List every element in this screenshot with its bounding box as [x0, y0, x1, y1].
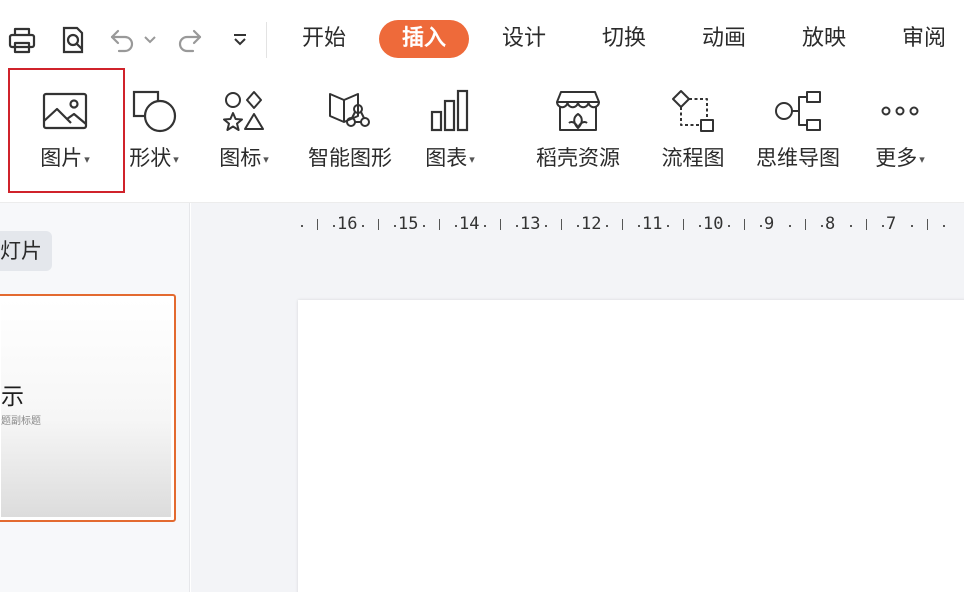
docer-resources-button[interactable]: 稻壳资源	[526, 78, 630, 202]
ruler-dot	[422, 225, 425, 227]
smart-art-label: 智能图形	[308, 146, 392, 170]
ruler-number: 10	[703, 214, 724, 234]
ruler-tick	[560, 219, 562, 230]
ruler-dot	[727, 225, 730, 227]
tab-review[interactable]: 审阅	[896, 20, 952, 58]
tab-insert[interactable]: 插入	[379, 20, 469, 58]
chart-dropdown-icon: ▾	[469, 152, 475, 166]
ruler-tick	[621, 219, 623, 230]
ruler-dot	[637, 225, 640, 227]
picture-highlight-box	[8, 68, 125, 193]
slide-panel: 灯片 示 题副标题	[0, 203, 190, 592]
print-preview-icon[interactable]	[55, 22, 91, 58]
ruler-dot	[820, 225, 823, 227]
mindmap-button[interactable]: 思维导图	[746, 78, 850, 202]
smart-art-button[interactable]: 智能图形	[298, 78, 402, 202]
shape-dropdown-icon: ▾	[173, 152, 179, 166]
ruler-tick	[926, 219, 928, 230]
ruler-number: 16	[337, 214, 358, 234]
ruler-dot	[361, 225, 364, 227]
icon-dropdown-icon: ▾	[263, 152, 269, 166]
toolbar-separator	[266, 22, 267, 58]
ruler-dot	[759, 225, 762, 227]
insert-chart-label: 图表 ▾	[425, 146, 475, 170]
thumbnail-subtitle: 题副标题	[1, 416, 41, 427]
ruler-tick	[377, 219, 379, 230]
ruler-tick	[682, 219, 684, 230]
ruler-dot	[881, 225, 884, 227]
insert-icon-label: 图标 ▾	[219, 146, 269, 170]
tab-design[interactable]: 设计	[496, 20, 552, 58]
slides-tab[interactable]: 灯片	[0, 231, 52, 271]
undo-icon[interactable]	[104, 22, 140, 58]
flowchart-button[interactable]: 流程图	[650, 78, 736, 202]
ruler-number: 7	[886, 214, 897, 234]
ruler-dot	[849, 225, 852, 227]
customize-dropdown-icon[interactable]	[226, 26, 254, 54]
ruler-dot	[666, 225, 669, 227]
more-dropdown-icon: ▾	[919, 152, 925, 166]
more-button[interactable]: 更多 ▾	[862, 78, 938, 202]
ruler-tick	[438, 219, 440, 230]
ruler-tick	[804, 219, 806, 230]
ruler-tick	[316, 219, 318, 230]
ruler-number: 9	[764, 214, 775, 234]
ruler-dot	[300, 225, 303, 227]
ruler-dot	[605, 225, 608, 227]
redo-icon[interactable]	[172, 22, 208, 58]
menu-bar: 开始 插入 设计 切换 动画 放映 审阅	[0, 0, 964, 78]
slide-thumbnail[interactable]: 示 题副标题	[0, 294, 176, 522]
insert-shape-button[interactable]: 形状 ▾	[118, 78, 190, 202]
flowchart-label: 流程图	[661, 146, 725, 170]
ruler-tick	[743, 219, 745, 230]
flowchart-icon	[650, 86, 736, 136]
ruler-dot	[788, 225, 791, 227]
slide-canvas[interactable]	[298, 300, 964, 592]
icon-library-icon	[206, 86, 282, 136]
ruler-dot	[332, 225, 335, 227]
ruler-dot	[698, 225, 701, 227]
thumbnail-title: 示	[1, 384, 24, 410]
docer-store-icon	[526, 86, 630, 136]
ruler-tick	[865, 219, 867, 230]
chart-icon	[412, 86, 488, 136]
ruler-dot	[454, 225, 457, 227]
insert-chart-button[interactable]: 图表 ▾	[412, 78, 488, 202]
mindmap-label: 思维导图	[756, 146, 840, 170]
insert-shape-label: 形状 ▾	[129, 146, 179, 170]
ruler-dot	[576, 225, 579, 227]
ruler-dot	[544, 225, 547, 227]
print-icon[interactable]	[4, 22, 40, 58]
tab-start[interactable]: 开始	[296, 20, 352, 58]
shape-icon	[118, 86, 190, 136]
ruler-number: 12	[581, 214, 602, 234]
insert-ribbon: 图片 ▾ 形状 ▾ 图标 ▾ 智能图形 图表 ▾ 稻壳资源 流程图 思维导图 更…	[0, 78, 964, 202]
more-label: 更多 ▾	[875, 146, 925, 170]
slide-thumbnail-content: 示 题副标题	[1, 299, 171, 517]
tab-transition[interactable]: 切换	[596, 20, 652, 58]
ruler-dot	[942, 225, 945, 227]
horizontal-ruler[interactable]: 16 15 14 13 12 11 10 9 8 7	[300, 211, 964, 241]
ruler-number: 13	[520, 214, 541, 234]
undo-dropdown-icon[interactable]	[142, 30, 158, 50]
more-icon	[862, 86, 938, 136]
insert-icon-button[interactable]: 图标 ▾	[206, 78, 282, 202]
ruler-dot	[483, 225, 486, 227]
ruler-dot	[393, 225, 396, 227]
ruler-number: 11	[642, 214, 663, 234]
tab-animation[interactable]: 动画	[696, 20, 752, 58]
mindmap-icon	[746, 86, 850, 136]
smart-art-icon	[298, 86, 402, 136]
ruler-tick	[499, 219, 501, 230]
ruler-number: 15	[398, 214, 419, 234]
docer-resources-label: 稻壳资源	[536, 146, 620, 170]
tab-slideshow[interactable]: 放映	[796, 20, 852, 58]
ruler-dot	[515, 225, 518, 227]
ruler-number: 14	[459, 214, 480, 234]
ruler-dot	[910, 225, 913, 227]
editing-canvas: 16 15 14 13 12 11 10 9 8 7	[191, 203, 964, 592]
ruler-number: 8	[825, 214, 836, 234]
